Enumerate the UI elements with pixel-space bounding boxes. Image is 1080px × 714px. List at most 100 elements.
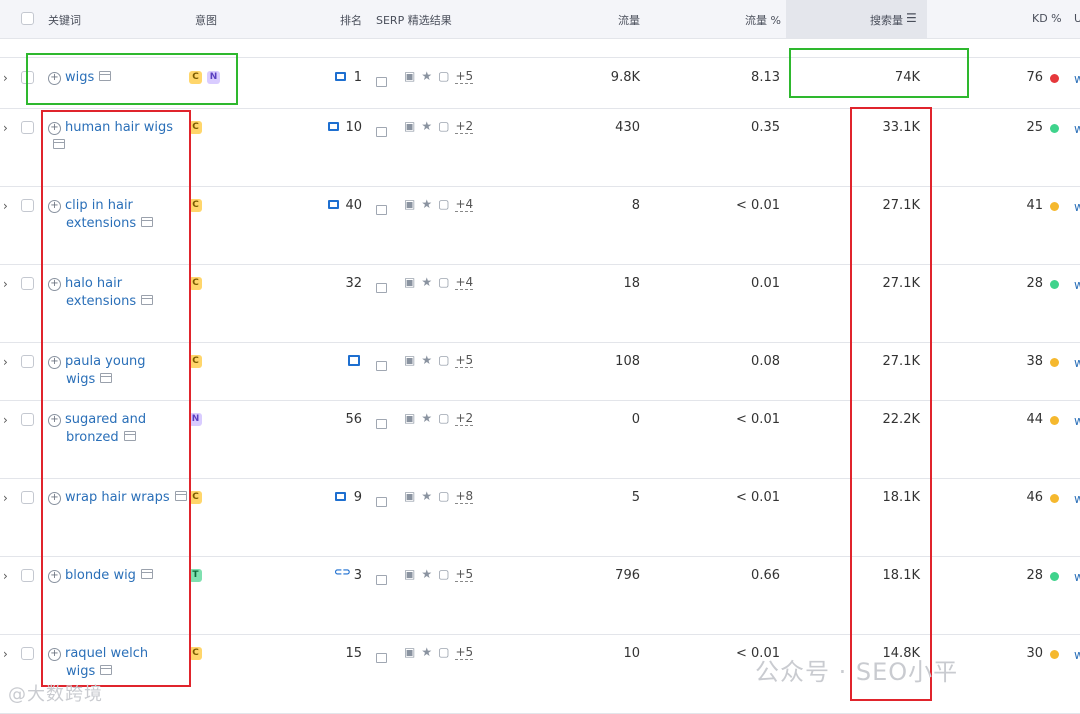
serp-feature-icon: ▣ — [404, 69, 416, 83]
traffic-value: 108 — [615, 354, 640, 369]
serp-more-link[interactable]: +5 — [455, 645, 474, 660]
serp-feature-icon: ★ — [421, 119, 433, 133]
rank-value: 9 — [353, 490, 362, 505]
kd-value: 28 — [1026, 568, 1043, 583]
serp-feature-icon: ▣ — [404, 645, 416, 659]
header-rank[interactable]: 排名 — [340, 12, 362, 28]
truncated-column-text: w — [1074, 648, 1080, 662]
serp-snapshot-icon[interactable] — [376, 77, 387, 87]
row-checkbox[interactable] — [21, 647, 34, 660]
serp-snapshot-icon[interactable] — [376, 653, 387, 663]
expand-chevron-icon[interactable]: › — [3, 413, 8, 427]
serp-features: ▣ ★ ▢ +2 — [404, 119, 474, 134]
select-all-checkbox[interactable] — [21, 12, 34, 25]
traffic-pct-value: < 0.01 — [736, 490, 780, 505]
header-kd[interactable]: KD % — [1032, 12, 1062, 25]
kd-difficulty-dot — [1050, 416, 1059, 425]
traffic-value: 8 — [631, 198, 640, 213]
traffic-pct-value: 0.01 — [751, 276, 780, 291]
header-keyword[interactable]: 关键词 — [48, 12, 81, 28]
serp-snapshot-icon[interactable] — [376, 127, 387, 137]
serp-more-link[interactable]: +5 — [455, 353, 474, 368]
serp-feature-icon: ▣ — [404, 489, 416, 503]
traffic-value: 796 — [615, 568, 640, 583]
highlight-volume-column — [850, 107, 932, 701]
rank-value: 40 — [345, 198, 362, 213]
kd-value: 25 — [1026, 120, 1043, 135]
serp-feature-icon: ★ — [421, 69, 433, 83]
header-serp[interactable]: SERP 精选结果 — [376, 12, 452, 28]
truncated-column-text: w — [1074, 570, 1080, 584]
serp-more-link[interactable]: +4 — [455, 197, 474, 212]
header-volume[interactable]: 搜索量 — [870, 12, 903, 28]
kd-difficulty-dot — [1050, 280, 1059, 289]
row-checkbox[interactable] — [21, 413, 34, 426]
rank-value: 3 — [353, 568, 362, 583]
expand-chevron-icon[interactable]: › — [3, 71, 8, 85]
expand-chevron-icon[interactable]: › — [3, 491, 8, 505]
truncated-column-text: w — [1074, 122, 1080, 136]
rank-value: 10 — [345, 120, 362, 135]
sort-desc-icon[interactable]: ☰ — [906, 11, 917, 25]
serp-snapshot-icon[interactable] — [376, 497, 387, 507]
serp-feature-icon: ▢ — [438, 275, 450, 289]
truncated-column-text: w — [1074, 356, 1080, 370]
serp-more-link[interactable]: +4 — [455, 275, 474, 290]
traffic-pct-value: < 0.01 — [736, 412, 780, 427]
row-checkbox[interactable] — [21, 121, 34, 134]
serp-snapshot-icon[interactable] — [376, 419, 387, 429]
expand-chevron-icon[interactable]: › — [3, 121, 8, 135]
serp-more-link[interactable]: +2 — [455, 119, 474, 134]
row-checkbox[interactable] — [21, 277, 34, 290]
rank-value: 32 — [345, 276, 362, 291]
serp-feature-icon: ▢ — [438, 645, 450, 659]
expand-chevron-icon[interactable]: › — [3, 569, 8, 583]
traffic-pct-value: 0.66 — [751, 568, 780, 583]
expand-chevron-icon[interactable]: › — [3, 277, 8, 291]
serp-features: ▣ ★ ▢ +5 — [404, 567, 474, 582]
serp-features: ▣ ★ ▢ +2 — [404, 411, 474, 426]
highlight-volume-wigs — [789, 48, 969, 98]
header-intent[interactable]: 意图 — [195, 12, 217, 28]
row-checkbox[interactable] — [21, 569, 34, 582]
expand-chevron-icon[interactable]: › — [3, 199, 8, 213]
kd-difficulty-dot — [1050, 202, 1059, 211]
kd-difficulty-dot — [1050, 572, 1059, 581]
rank-value: 56 — [345, 412, 362, 427]
row-checkbox[interactable] — [21, 199, 34, 212]
serp-feature-icon: ★ — [421, 197, 433, 211]
truncated-column-text: w — [1074, 72, 1080, 86]
traffic-value: 9.8K — [610, 70, 640, 85]
traffic-value: 5 — [631, 490, 640, 505]
kd-difficulty-dot — [1050, 124, 1059, 133]
serp-feature-icon: ★ — [421, 411, 433, 425]
serp-feature-icon: ▣ — [404, 119, 416, 133]
expand-chevron-icon[interactable]: › — [3, 355, 8, 369]
serp-features: ▣ ★ ▢ +8 — [404, 489, 474, 504]
header-traffic[interactable]: 流量 — [618, 12, 640, 28]
serp-features: ▣ ★ ▢ +5 — [404, 353, 474, 368]
traffic-pct-value: 0.08 — [751, 354, 780, 369]
serp-feature-icon: ▢ — [438, 197, 450, 211]
expand-chevron-icon[interactable]: › — [3, 647, 8, 661]
header-traffic-pct[interactable]: 流量 % — [745, 12, 781, 28]
serp-snapshot-icon[interactable] — [376, 575, 387, 585]
serp-more-link[interactable]: +2 — [455, 411, 474, 426]
serp-more-link[interactable]: +5 — [455, 69, 474, 84]
header-edge: U — [1074, 12, 1080, 25]
kd-value: 76 — [1026, 70, 1043, 85]
kd-difficulty-dot — [1050, 358, 1059, 367]
row-checkbox[interactable] — [21, 491, 34, 504]
rank-value: 1 — [353, 70, 362, 85]
row-checkbox[interactable] — [21, 355, 34, 368]
serp-snapshot-icon[interactable] — [376, 205, 387, 215]
serp-snapshot-icon[interactable] — [376, 283, 387, 293]
watermark-right: 公众号 · SEO小平 — [755, 658, 959, 686]
serp-feature-icon: ▢ — [438, 567, 450, 581]
serp-feature-icon: ▢ — [438, 411, 450, 425]
serp-snapshot-icon[interactable] — [376, 361, 387, 371]
kd-difficulty-dot — [1050, 494, 1059, 503]
serp-more-link[interactable]: +5 — [455, 567, 474, 582]
serp-features: ▣ ★ ▢ +4 — [404, 197, 474, 212]
serp-more-link[interactable]: +8 — [455, 489, 474, 504]
